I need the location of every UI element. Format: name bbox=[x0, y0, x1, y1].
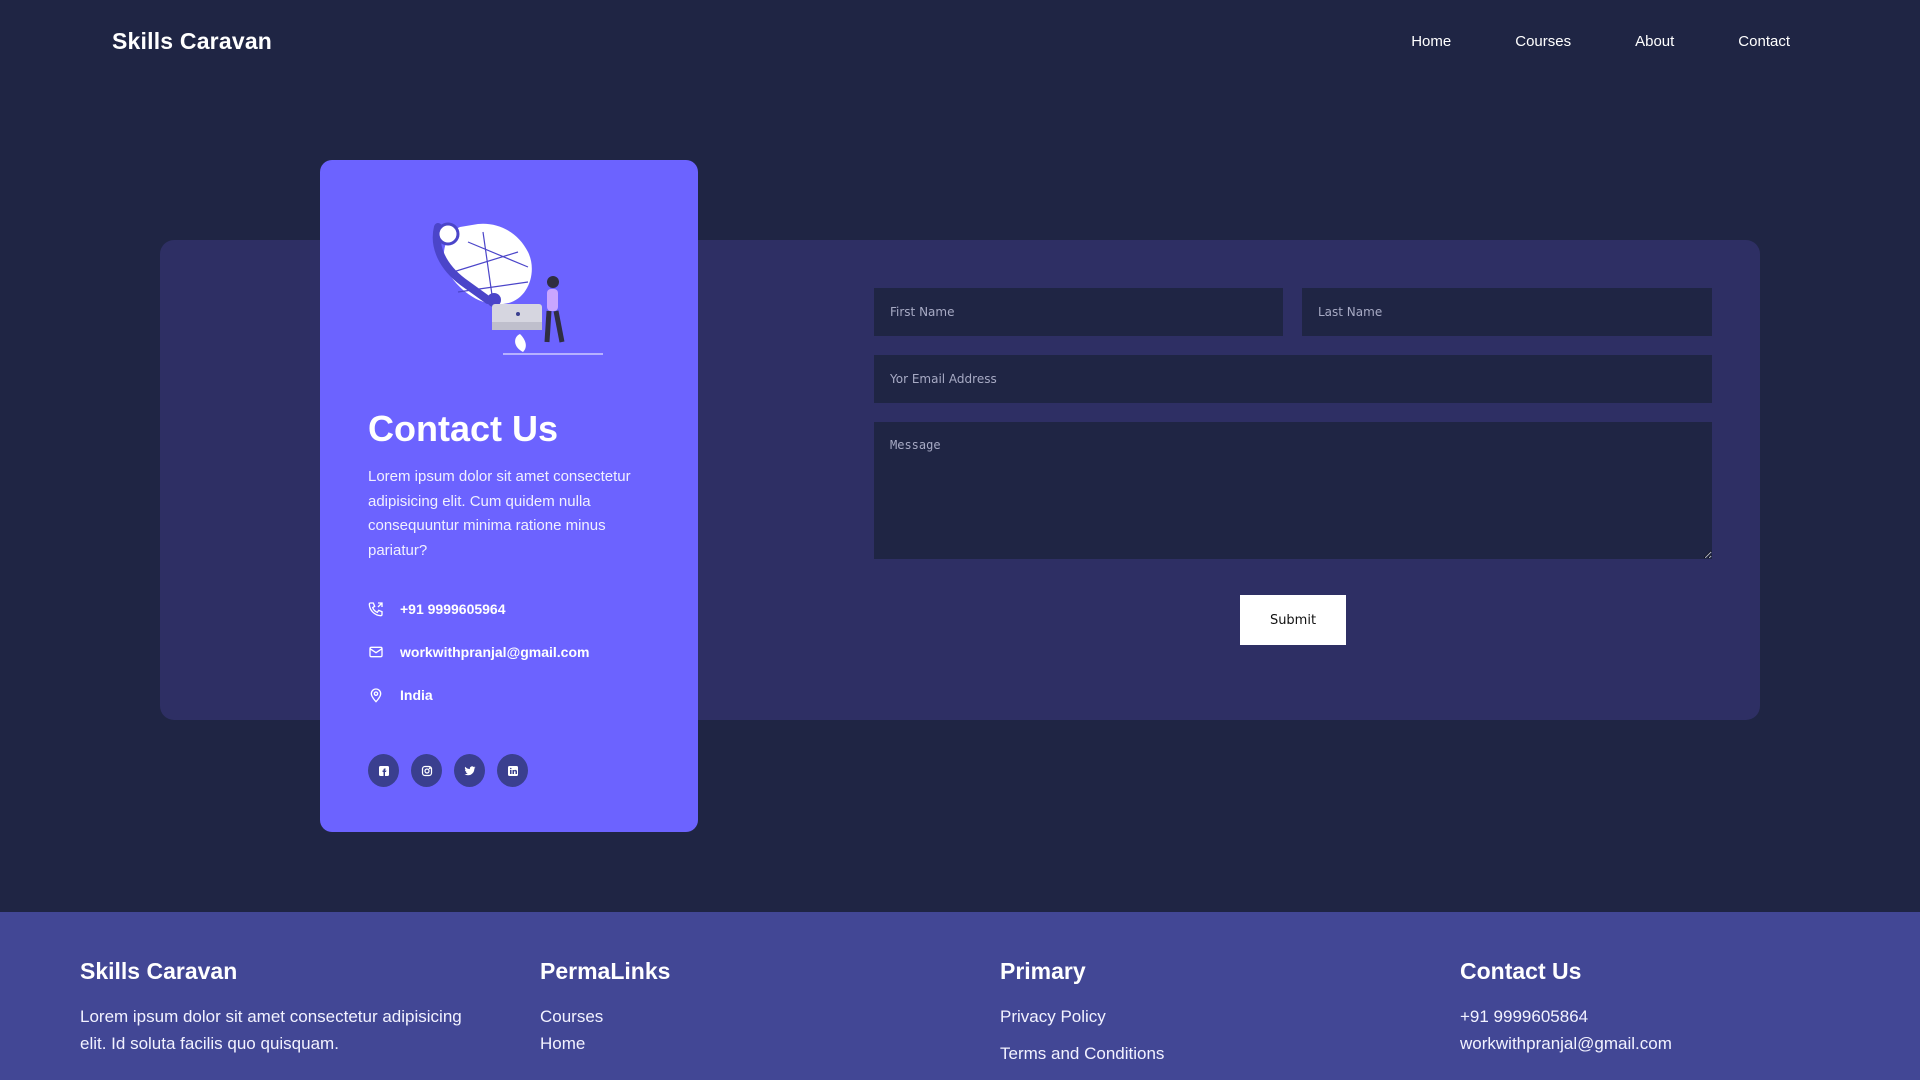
location-text: India bbox=[400, 687, 433, 703]
footer-heading-brand: Skills Caravan bbox=[80, 958, 238, 984]
contact-illustration bbox=[432, 222, 603, 355]
footer-link-courses[interactable]: Courses bbox=[540, 1003, 840, 1030]
nav-link-courses[interactable]: Courses bbox=[1515, 33, 1571, 50]
message-textarea[interactable] bbox=[874, 422, 1712, 559]
footer-heading-permalinks: PermaLinks bbox=[540, 958, 671, 984]
submit-button[interactable]: Submit bbox=[1240, 595, 1346, 645]
first-name-input[interactable] bbox=[874, 288, 1283, 336]
footer-col-permalinks: PermaLinks Courses Home bbox=[540, 958, 840, 1057]
footer-heading-contact: Contact Us bbox=[1460, 958, 1582, 984]
location-row: India bbox=[368, 687, 433, 703]
facebook-icon bbox=[378, 765, 389, 776]
map-pin-icon bbox=[370, 688, 382, 703]
footer-phone: +91 9999605864 bbox=[1460, 1007, 1589, 1026]
footer-email[interactable]: workwithpranjal@gmail.com bbox=[1460, 1030, 1820, 1057]
footer-link-home[interactable]: Home bbox=[540, 1030, 840, 1057]
last-name-input[interactable] bbox=[1302, 288, 1712, 336]
footer-about-text: Lorem ipsum dolor sit amet consectetur a… bbox=[80, 1007, 462, 1053]
nav-links: Home Courses About Contact bbox=[1411, 33, 1790, 50]
twitter-link[interactable] bbox=[454, 754, 485, 787]
linkedin-link[interactable] bbox=[497, 754, 528, 787]
footer-col-primary: Primary Privacy Policy Terms and Conditi… bbox=[1000, 958, 1300, 1067]
nav-link-about[interactable]: About bbox=[1635, 33, 1674, 50]
card-description: Lorem ipsum dolor sit amet consectetur a… bbox=[368, 468, 631, 559]
social-links bbox=[368, 754, 528, 787]
phone-icon bbox=[368, 602, 383, 617]
instagram-icon bbox=[421, 765, 432, 776]
nav-link-home[interactable]: Home bbox=[1411, 33, 1451, 50]
email-text: workwithpranjal@gmail.com bbox=[400, 644, 590, 660]
linkedin-icon bbox=[507, 765, 518, 776]
footer: Skills Caravan Lorem ipsum dolor sit ame… bbox=[0, 912, 1920, 1080]
card-title: Contact Us bbox=[368, 408, 559, 449]
footer-link-privacy[interactable]: Privacy Policy bbox=[1000, 1003, 1300, 1030]
mail-icon bbox=[369, 646, 383, 658]
contact-card: Contact Us Lorem ipsum dolor sit amet co… bbox=[320, 160, 698, 832]
footer-link-terms[interactable]: Terms and Conditions bbox=[1000, 1040, 1300, 1067]
navbar: Skills Caravan Home Courses About Contac… bbox=[0, 0, 1920, 82]
nav-link-contact[interactable]: Contact bbox=[1738, 33, 1790, 50]
brand-logo[interactable]: Skills Caravan bbox=[112, 28, 272, 55]
facebook-link[interactable] bbox=[368, 754, 399, 787]
twitter-icon bbox=[464, 765, 475, 775]
email-row[interactable]: workwithpranjal@gmail.com bbox=[368, 644, 589, 660]
footer-col-contact: Contact Us +91 9999605864 workwithpranja… bbox=[1460, 958, 1820, 1057]
email-input[interactable] bbox=[874, 355, 1712, 403]
footer-heading-primary: Primary bbox=[1000, 958, 1086, 984]
phone-row[interactable]: +91 9999605964 bbox=[368, 601, 506, 617]
instagram-link[interactable] bbox=[411, 754, 442, 787]
footer-col-about: Skills Caravan Lorem ipsum dolor sit ame… bbox=[80, 958, 480, 1057]
phone-text: +91 9999605964 bbox=[400, 601, 506, 617]
